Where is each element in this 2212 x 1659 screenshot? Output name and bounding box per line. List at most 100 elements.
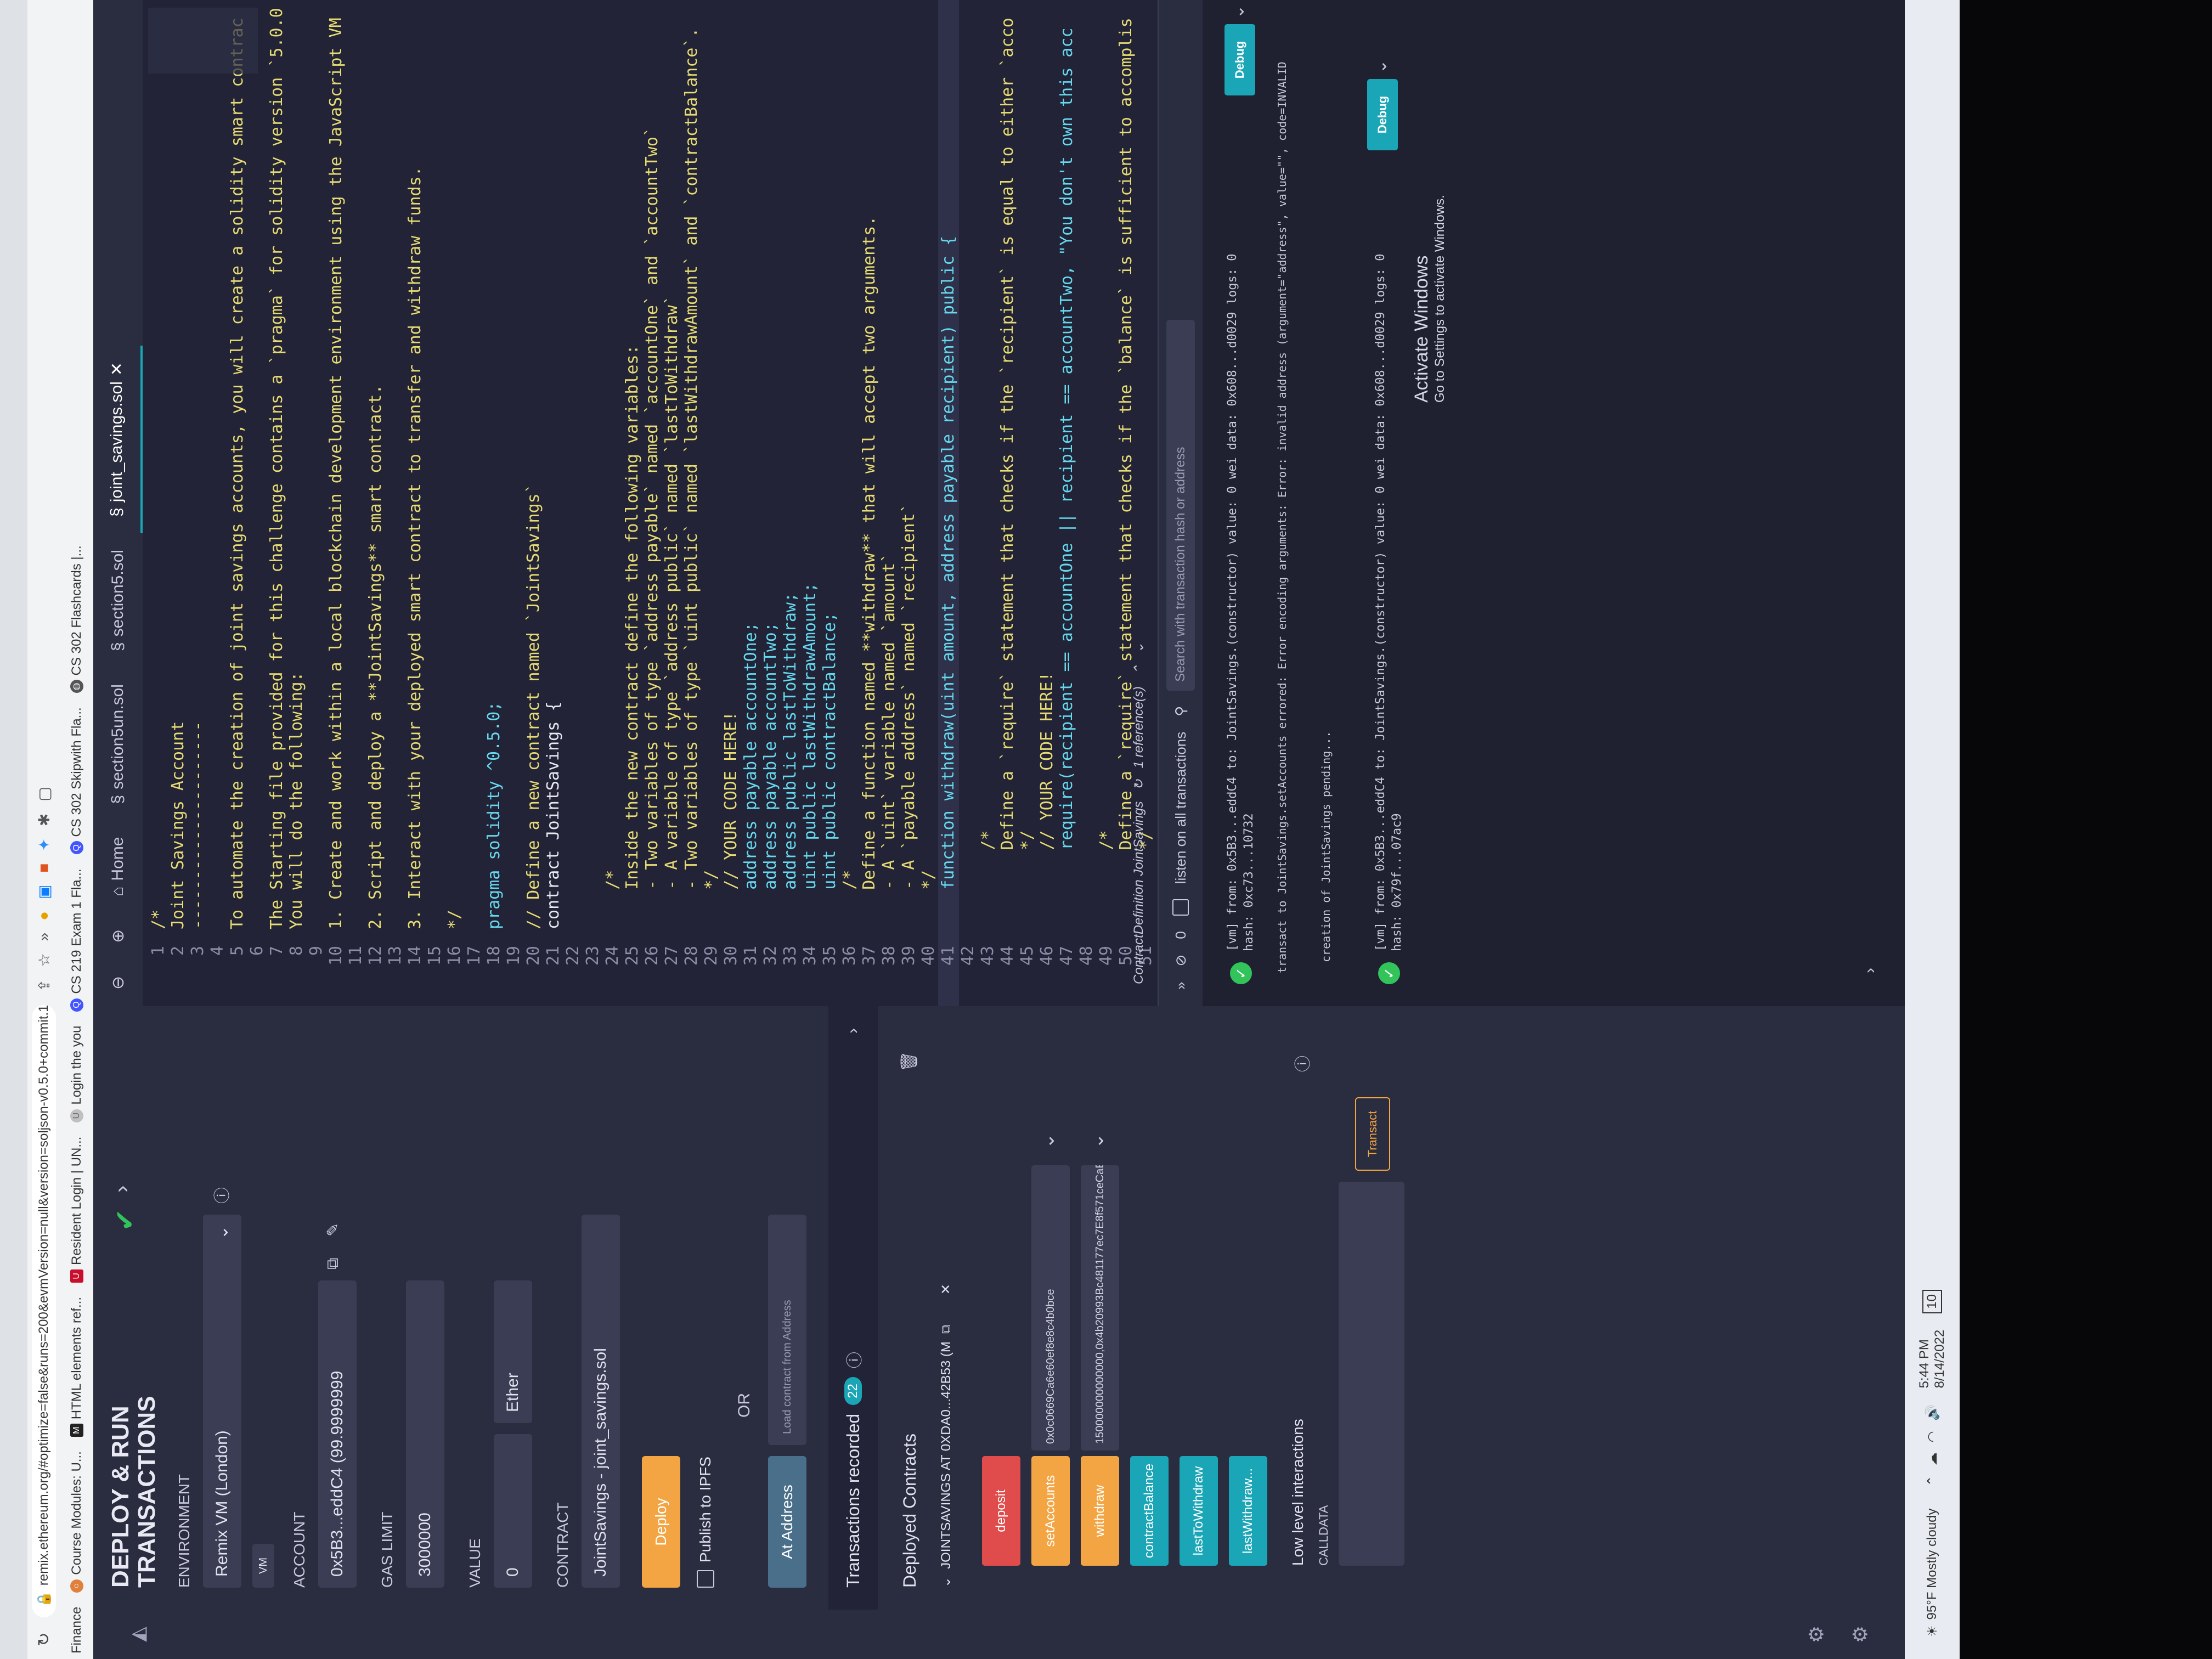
notification-icon[interactable]: 10 [1922,1290,1942,1313]
code-line[interactable]: 15 [425,0,445,1006]
code-line[interactable]: 37 Define a function named **withdraw** … [859,0,880,1006]
code-line[interactable]: 49 /* [1096,0,1117,1006]
code-line[interactable]: 6 [247,0,268,1006]
setaccounts-input[interactable]: 0x0c0669Ca6e60ef8e8c4b0bce [1031,1165,1070,1451]
onedrive-icon[interactable]: ☁ [1925,1452,1940,1465]
code-line[interactable]: 38 - A `uint` variable named `amount` [879,0,900,1006]
code-line[interactable]: 20 // Define a new contract named `JointS… [523,0,544,1006]
chevron-down-icon[interactable]: ⌄ [1086,1133,1108,1149]
code-line[interactable]: 32 address payable accountTwo; [760,0,781,1006]
code-line[interactable]: 4 [207,0,228,1006]
puzzle-icon[interactable]: ✱ [35,814,53,826]
settings-icon[interactable]: ⚙ [1849,1622,1874,1647]
setaccounts-button[interactable]: setAccounts [1031,1456,1070,1566]
withdraw-input[interactable]: 150000000000000,0x4b20993Bc481177ec7E8f5… [1081,1165,1119,1451]
code-line[interactable]: 8 You will do the following: [286,0,307,1006]
trash-icon[interactable]: 🗑 [900,1051,919,1072]
code-line[interactable]: 23 [583,0,603,1006]
minimap[interactable] [148,8,258,74]
code-line[interactable]: 2 Joint Savings Account [168,0,189,1006]
chevron-right-icon[interactable]: › [110,1186,134,1193]
publish-ipfs-checkbox[interactable] [697,1570,714,1588]
code-line[interactable]: 47 require(recipient == accountOne || re… [1057,0,1077,1006]
code-line[interactable]: 27 - A variable of type `address public`… [662,0,682,1006]
deposit-button[interactable]: deposit [982,1456,1020,1566]
account-select[interactable]: 0x5B3...eddC4 (99.9999999 [318,1280,357,1588]
bookmark-course-modules[interactable]: ○ Course Modules: U... [69,1451,84,1593]
close-icon[interactable]: ✕ [108,362,127,376]
code-line[interactable]: 5 To automate the creation of joint savin… [227,0,248,1006]
bookmark-resident-login[interactable]: U Resident Login | UN... [69,1137,84,1283]
chevron-right-icon[interactable]: › [844,1028,862,1034]
tab-joint-savings[interactable]: § joint_savings.sol ✕ [93,346,143,533]
code-line[interactable]: 44 Define a `require` statement that che… [997,0,1018,1006]
load-contract-input[interactable]: Load contract from Address [768,1215,806,1445]
at-address-button[interactable]: At Address [768,1456,806,1588]
info-icon[interactable]: ⓘ [1289,1056,1313,1072]
code-line[interactable]: 17 [464,0,485,1006]
listen-checkbox[interactable] [1172,899,1189,916]
copy-icon[interactable]: ⧉ [324,1258,342,1269]
transact-button[interactable]: Transact [1355,1097,1390,1171]
code-line[interactable]: 21 contract JointSavings { [543,0,564,1006]
gas-limit-input[interactable]: 3000000 [406,1280,444,1588]
weather-icon[interactable]: ☀ [1925,1625,1940,1637]
bookmark-html-elements[interactable]: M HTML elements ref... [69,1297,84,1437]
terminal-search-input[interactable]: Search with transaction hash or address [1166,319,1195,691]
chevron-up-icon[interactable]: ⌃ [1925,1475,1940,1486]
code-line[interactable]: 3 --------------------- [188,0,208,1006]
chevron-up-icon[interactable]: ⌃ [1131,664,1147,675]
zoom-in-icon[interactable]: ⊕ [93,913,143,960]
contractbalance-button[interactable]: contractBalance [1130,1456,1169,1566]
plugin-icon[interactable]: ⚙ [1805,1622,1830,1647]
code-line[interactable]: 34 uint public lastWithdrawAmount; [800,0,821,1006]
code-line[interactable]: 29 */ [701,0,722,1006]
environment-select[interactable]: Remix VM (London) ⌄ [203,1215,241,1588]
code-line[interactable]: 42 [958,0,979,1006]
info-icon[interactable]: ⓘ [841,1352,865,1368]
clear-icon[interactable]: ⊘ [1172,955,1189,967]
code-line[interactable]: 46 // YOUR CODE HERE! [1037,0,1058,1006]
code-line[interactable]: 33 address public lastToWithdraw; [780,0,801,1006]
code-line[interactable]: 45 */ [1017,0,1038,1006]
terminal-prompt-icon[interactable]: › [1861,968,1880,973]
debug-button[interactable]: Debug [1224,24,1255,95]
deploy-button[interactable]: Deploy [642,1456,680,1588]
extension-icon[interactable]: ✦ [35,838,53,851]
debug-button[interactable]: Debug [1367,79,1398,150]
share-icon[interactable]: ⇪ [35,979,53,992]
code-line[interactable]: 36 /* [839,0,860,1006]
code-line[interactable]: 28 - Two variables of type `uint public`… [681,0,702,1006]
edit-icon[interactable]: ✎ [324,1223,343,1237]
lastwithdrawamount-button[interactable]: lastWithdraw... [1229,1456,1267,1566]
code-line[interactable]: 31 address payable accountOne; [741,0,761,1006]
wifi-icon[interactable]: ◠ [1925,1431,1940,1442]
bookmark-cs302-skipwith[interactable]: Q CS 302 Skipwith Fla... [69,707,84,855]
volume-icon[interactable]: 🔊 [1925,1405,1940,1421]
extension-icon[interactable]: » [35,933,53,941]
code-line[interactable]: 12 2. Script and deploy a **JointSavings*… [365,0,386,1006]
tab-home[interactable]: ⌂ Home [93,821,143,913]
code-line[interactable]: 43 /* [978,0,998,1006]
code-line[interactable]: 41 function withdraw(uint amount, addres… [938,0,959,1006]
code-line[interactable]: 10 1. Create and work within a local bloc… [326,0,347,1006]
chevron-down-icon[interactable]: ⌄ [1037,1133,1059,1149]
code-line[interactable]: 39 - A `payable address` named `recipien… [899,0,919,1006]
copy-icon[interactable]: ⧉ [939,1324,954,1334]
code-line[interactable]: 11 [346,0,366,1006]
chevron-down-icon[interactable]: ⌄ [1372,60,1391,74]
transactions-recorded-bar[interactable]: Transactions recorded 22 ⓘ › [828,1006,878,1610]
extension-icon[interactable]: ● [35,911,53,921]
code-line[interactable]: 30 // YOUR CODE HERE! [721,0,742,1006]
withdraw-button[interactable]: withdraw [1081,1456,1119,1566]
code-line[interactable]: 24 /* [602,0,623,1006]
code-line[interactable]: 19 [504,0,524,1006]
url-bar[interactable]: 🔒 remix.ethereum.org/#optimize=false&run… [32,1005,56,1617]
code-line[interactable]: 35 uint public contractBalance; [820,0,840,1006]
code-line[interactable]: 25 Inside the new contract define the fo… [622,0,643,1006]
code-line[interactable]: 18 pragma solidity ^0.5.0; [484,0,505,1006]
tab-section5un[interactable]: § section5un.sol [93,668,143,820]
clock[interactable]: 5:44 PM 8/14/2022 [1917,1330,1948,1389]
code-line[interactable]: 22 [563,0,584,1006]
code-line[interactable]: 40 */ [918,0,939,1006]
